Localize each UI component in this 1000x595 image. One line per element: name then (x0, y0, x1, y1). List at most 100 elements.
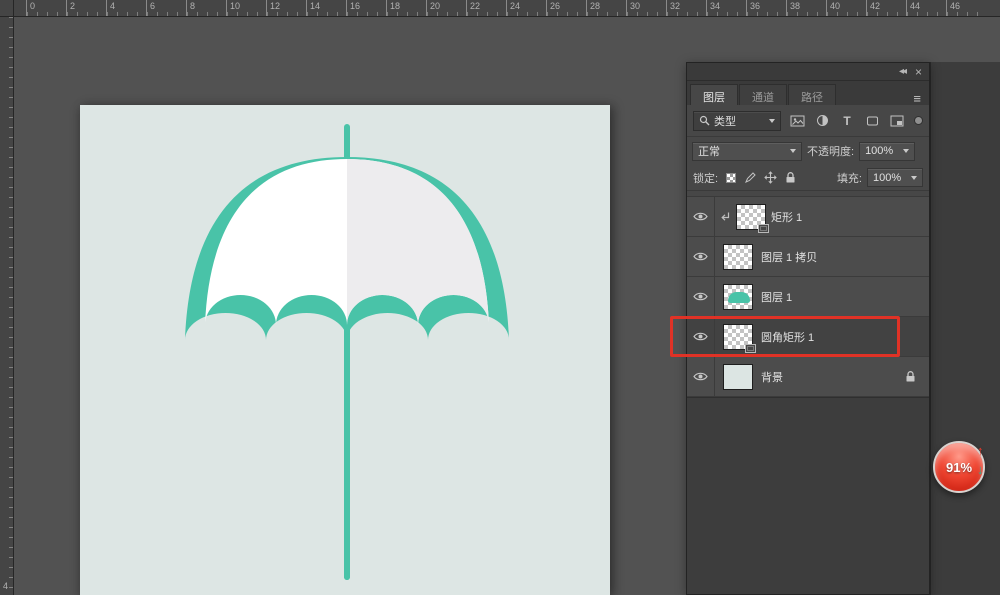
visibility-toggle[interactable] (687, 237, 715, 276)
eye-icon (693, 291, 708, 302)
ruler-tick: 28 (586, 0, 626, 16)
layer-filter-row: 类型 T (687, 105, 929, 137)
ruler-tick: 44 (906, 0, 946, 16)
chevron-down-icon (903, 149, 909, 153)
layers-list: 矩形 1 图层 1 拷贝 (687, 196, 929, 397)
ruler-number: 12 (270, 2, 280, 11)
layer-name[interactable]: 背景 (761, 369, 783, 385)
umbrella-thumbnail-shape (728, 292, 750, 303)
visibility-toggle[interactable] (687, 197, 715, 236)
eye-icon (693, 211, 708, 222)
ruler-number: 30 (630, 2, 640, 11)
layer-row-rounded-rectangle-1[interactable]: 圆角矩形 1 (687, 317, 929, 357)
close-panel-icon[interactable]: × (915, 65, 922, 79)
chevron-down-icon (911, 176, 917, 180)
filter-adjustment-layers-icon[interactable] (813, 113, 831, 129)
opacity-label: 不透明度: (807, 143, 854, 159)
ruler-tick: 8 (186, 0, 226, 16)
ruler-number: 8 (190, 2, 195, 11)
ruler-tick: 30 (626, 0, 666, 16)
layer-row-layer-1[interactable]: 图层 1 (687, 277, 929, 317)
panel-empty-area (687, 397, 929, 594)
horizontal-ruler[interactable]: 0 2 4 6 8 10 12 (0, 0, 1000, 17)
panel-dock-background (930, 62, 1000, 595)
layer-thumbnail[interactable] (723, 324, 753, 350)
layer-thumbnail[interactable] (723, 244, 753, 270)
lock-transparency-icon[interactable] (723, 171, 738, 185)
ruler-number: 16 (350, 2, 360, 11)
ruler-tick: 34 (706, 0, 746, 16)
ruler-number: 20 (430, 2, 440, 11)
tab-layers[interactable]: 图层 (690, 84, 738, 105)
opacity-select[interactable]: 100% (859, 142, 915, 161)
panel-tabbar: 图层 通道 路径 ≡ (687, 81, 929, 105)
ruler-tick: 16 (346, 0, 386, 16)
ruler-number: 2 (70, 2, 75, 11)
ruler-tick: 38 (786, 0, 826, 16)
filter-type-layers-icon[interactable]: T (838, 113, 856, 129)
zoom-percentage-value: 91% (946, 460, 972, 475)
ruler-tick: 2 (66, 0, 106, 16)
ruler-tick: 40 (826, 0, 866, 16)
ruler-number: 24 (510, 2, 520, 11)
ruler-number: 28 (590, 2, 600, 11)
visibility-toggle[interactable] (687, 357, 715, 396)
ruler-corner (0, 0, 14, 17)
layer-thumbnail[interactable] (723, 284, 753, 310)
lock-options-row: 锁定: 填充: 100% (687, 165, 929, 191)
background-lock-icon (904, 370, 917, 383)
ruler-tick: 36 (746, 0, 786, 16)
ruler-number: 40 (830, 2, 840, 11)
tab-paths[interactable]: 路径 (788, 84, 836, 105)
lock-position-move-icon[interactable] (763, 171, 778, 185)
eye-icon (693, 371, 708, 382)
visibility-toggle[interactable] (687, 317, 715, 356)
layers-panel: ◂◂ × 图层 通道 路径 ≡ 类型 (686, 62, 930, 595)
layer-name[interactable]: 图层 1 (761, 289, 792, 305)
ruler-number: 44 (910, 2, 920, 11)
blend-options-row: 正常 不透明度: 100% (687, 137, 929, 165)
ruler-tick: 32 (666, 0, 706, 16)
ruler-number: 36 (750, 2, 760, 11)
photoshop-workspace: 0 2 4 6 8 10 12 (0, 0, 1000, 595)
vertical-ruler[interactable]: 4 (0, 17, 14, 595)
blend-mode-select[interactable]: 正常 (692, 142, 802, 161)
fill-select[interactable]: 100% (867, 168, 923, 187)
ruler-tick: 20 (426, 0, 466, 16)
opacity-value: 100% (865, 145, 893, 157)
layer-row-background[interactable]: 背景 (687, 357, 929, 397)
ruler-number: 46 (950, 2, 960, 11)
ruler-tick: 18 (386, 0, 426, 16)
chevron-down-icon (769, 119, 775, 123)
ruler-number: 14 (310, 2, 320, 11)
filter-kind-select[interactable]: 类型 (693, 111, 781, 131)
layer-name[interactable]: 图层 1 拷贝 (761, 249, 817, 265)
layer-name[interactable]: 矩形 1 (771, 209, 802, 225)
filter-toggle-light[interactable] (914, 116, 923, 125)
lock-all-icon[interactable] (783, 171, 798, 185)
visibility-toggle[interactable] (687, 277, 715, 316)
layer-name[interactable]: 圆角矩形 1 (761, 329, 814, 345)
ruler-number: 6 (150, 2, 155, 11)
umbrella-artwork (80, 105, 610, 595)
layer-row-rectangle-1[interactable]: 矩形 1 (687, 197, 929, 237)
filter-pixel-layers-icon[interactable] (788, 113, 806, 129)
vector-mask-badge-icon (758, 224, 769, 233)
filter-shape-layers-icon[interactable] (863, 113, 881, 129)
filter-kind-label: 类型 (714, 113, 736, 129)
ruler-number: 0 (30, 2, 35, 11)
search-icon (699, 115, 710, 126)
collapse-panel-icon[interactable]: ◂◂ (899, 66, 905, 77)
fill-label: 填充: (837, 170, 862, 186)
lock-pixels-brush-icon[interactable] (743, 171, 758, 185)
ruler-tick: 12 (266, 0, 306, 16)
tab-channels[interactable]: 通道 (739, 84, 787, 105)
ruler-tick: 22 (466, 0, 506, 16)
layer-thumbnail[interactable] (736, 204, 766, 230)
layer-thumbnail[interactable] (723, 364, 753, 390)
panel-menu-icon[interactable]: ≡ (913, 92, 921, 105)
filter-smart-objects-icon[interactable] (888, 113, 906, 129)
document-canvas[interactable] (80, 105, 610, 595)
scroll-up-arrow-icon: ↑ (977, 443, 984, 458)
layer-row-layer-1-copy[interactable]: 图层 1 拷贝 (687, 237, 929, 277)
